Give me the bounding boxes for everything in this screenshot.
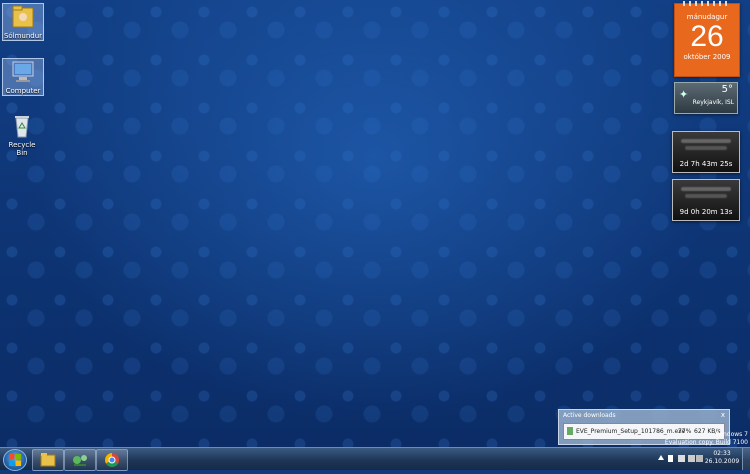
volume-icon[interactable] — [688, 455, 695, 462]
countdown-gadget[interactable]: 2d 7h 43m 25s — [672, 131, 740, 173]
taskbar-clock[interactable]: 02:33 26.10.2009 — [704, 450, 740, 466]
folder-user-icon — [8, 4, 38, 30]
start-button[interactable] — [3, 449, 27, 471]
weather-rain-icon: ✦ — [679, 88, 689, 101]
taskbar-network-app-button[interactable] — [64, 449, 96, 471]
network-app-icon — [73, 455, 87, 466]
countdown-value: 9d 0h 20m 13s — [679, 208, 733, 216]
show-desktop-button[interactable] — [742, 448, 750, 470]
calendar-day: 26 — [690, 20, 724, 53]
desktop-icon-label: Computer — [5, 87, 41, 95]
calendar-gadget[interactable]: mánudagur 26 október 2009 — [674, 1, 740, 77]
windows-logo-icon — [9, 454, 21, 466]
desktop-icon-user-folder[interactable]: Sólmundur — [2, 3, 44, 41]
desktop-icon-computer[interactable]: Computer — [2, 58, 44, 96]
redacted-text — [681, 139, 731, 143]
weather-temperature: 5° — [721, 84, 733, 95]
taskbar-chrome-button[interactable] — [96, 449, 128, 471]
desktop-icon-label: Sólmundur — [3, 32, 43, 40]
countdown-value: 2d 7h 43m 25s — [679, 160, 733, 168]
desktop-icon-label: Recycle Bin — [8, 141, 36, 157]
watermark-line-2: Evaluation copy. Build 7100 — [664, 439, 748, 446]
show-hidden-icons-icon[interactable] — [658, 455, 664, 460]
taskbar-explorer-button[interactable] — [32, 449, 64, 471]
downloads-title: Active downloads — [563, 412, 616, 419]
computer-icon — [8, 59, 38, 85]
desktop[interactable]: Sólmundur Computer Recycle Bin mánudagur… — [0, 0, 750, 447]
redacted-text — [685, 194, 727, 198]
weather-city: Reykjavík, ISL — [692, 99, 734, 106]
tray-app-icon[interactable] — [696, 455, 703, 462]
weather-gadget[interactable]: ✦ 5° Reykjavík, ISL — [674, 82, 738, 114]
clock-date: 26.10.2009 — [704, 458, 740, 465]
folder-icon — [40, 453, 56, 467]
redacted-text — [681, 187, 731, 191]
network-icon[interactable] — [678, 455, 685, 462]
windows-watermark: Windows 7 Evaluation copy. Build 7100 — [665, 431, 748, 447]
calendar-rings — [683, 1, 731, 6]
chrome-icon — [105, 453, 119, 467]
taskbar[interactable]: 02:33 26.10.2009 — [0, 447, 750, 471]
recycle-bin-icon — [7, 113, 37, 139]
calendar-month-year: október 2009 — [683, 53, 731, 61]
countdown-gadget[interactable]: 9d 0h 20m 13s — [672, 179, 740, 221]
desktop-icon-recycle-bin[interactable]: Recycle Bin — [2, 113, 42, 157]
action-center-flag-icon[interactable] — [668, 455, 673, 462]
clock-time: 02:33 — [713, 450, 731, 457]
downloads-close-button[interactable]: x — [721, 411, 725, 419]
watermark-line-1: Windows 7 — [715, 431, 748, 438]
download-file-icon — [567, 427, 573, 435]
redacted-text — [685, 146, 727, 150]
